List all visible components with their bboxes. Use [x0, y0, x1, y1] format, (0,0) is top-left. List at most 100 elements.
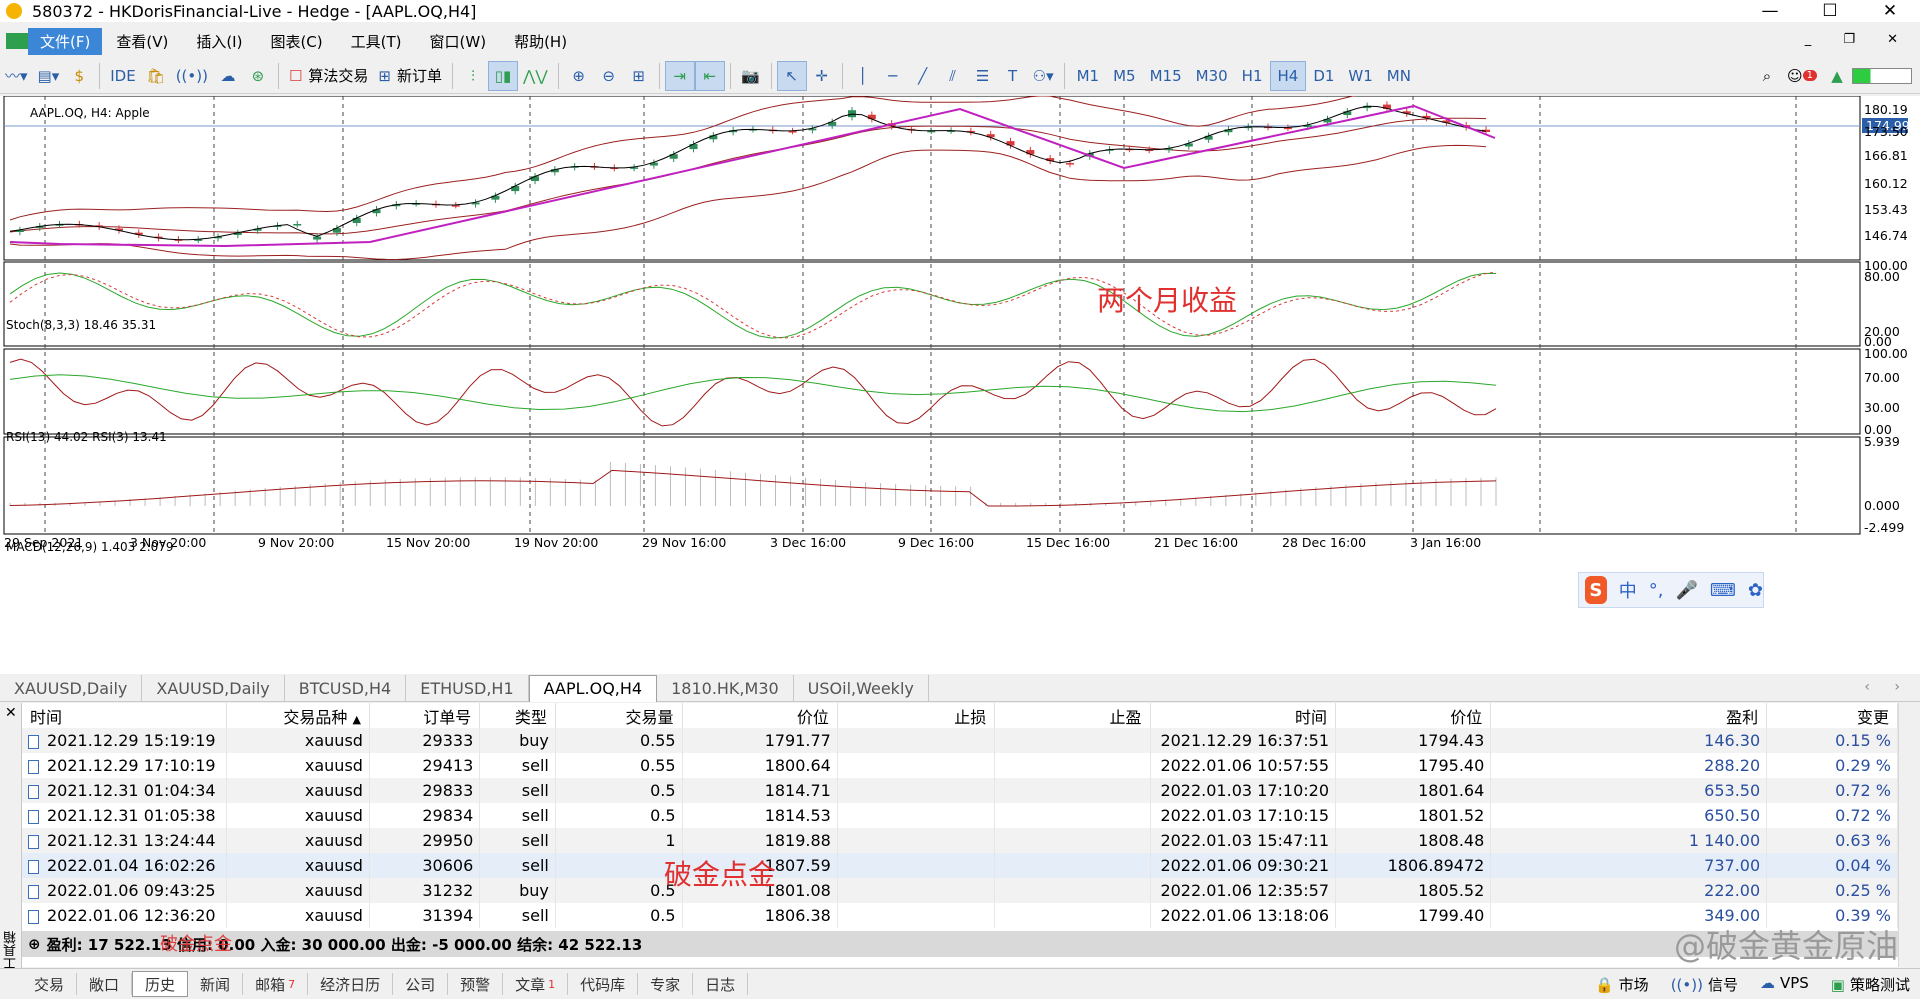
candle-chart-icon[interactable]: ▯▮ — [488, 60, 519, 91]
zoom-out-icon[interactable]: ⊖ — [594, 61, 624, 91]
table-scrollbar[interactable] — [1898, 703, 1920, 967]
ime-punct-icon[interactable]: °, — [1649, 580, 1664, 601]
toolbox-tab[interactable]: 新闻 — [188, 973, 244, 995]
vertical-line-icon[interactable]: │ — [848, 61, 878, 91]
autoscroll-icon[interactable]: ⇥ — [664, 60, 695, 91]
ime-keyboard-icon[interactable]: ⌨ — [1710, 580, 1736, 601]
toolbox-tab[interactable]: 专家 — [638, 973, 694, 995]
menu-insert[interactable]: 插入(I) — [182, 31, 256, 52]
table-row[interactable]: 2021.12.31 13:24:44 xauusd 29950 sell 1 1819.… — [22, 828, 1898, 853]
ime-mic-icon[interactable]: 🎤 — [1676, 580, 1698, 601]
col-time[interactable]: 时间 — [22, 703, 227, 728]
menu-help[interactable]: 帮助(H) — [500, 31, 581, 52]
status-tester[interactable]: ▣ 策略测试 — [1831, 974, 1910, 995]
new-order-button[interactable]: ⊞ 新订单 — [373, 61, 447, 91]
ide-button[interactable]: IDE — [105, 61, 140, 91]
channel-icon[interactable]: ⫽ — [938, 61, 968, 91]
menu-tools[interactable]: 工具(T) — [337, 31, 416, 52]
toolbox-tab[interactable]: 日志 — [693, 973, 749, 995]
toolbox-tab[interactable]: 公司 — [393, 973, 449, 995]
chart-tab[interactable]: BTCUSD,H4 — [285, 674, 407, 702]
menu-window[interactable]: 窗口(W) — [416, 31, 501, 52]
col-price[interactable]: 价位 — [682, 703, 838, 728]
toolbox-tab[interactable]: 文章 1 — [503, 973, 569, 995]
market-bag-icon[interactable]: 🛍 — [141, 61, 171, 91]
status-market[interactable]: 🔒 市场 — [1595, 974, 1649, 995]
chart-tab-active[interactable]: AAPL.OQ,H4 — [528, 674, 658, 702]
timeframe-m15[interactable]: M15 — [1143, 61, 1189, 91]
table-row[interactable]: 2021.12.31 01:05:38 xauusd 29834 sell 0.5 181… — [22, 803, 1898, 828]
chart-type-icon[interactable]: 〰▾ — [0, 61, 33, 91]
col-sl[interactable]: 止损 — [837, 703, 996, 728]
zoom-in-icon[interactable]: ⊕ — [564, 61, 594, 91]
menu-view[interactable]: 查看(V) — [102, 31, 182, 52]
table-row[interactable]: 2022.01.04 16:02:26 xauusd 30606 sell 1807.5… — [22, 853, 1898, 878]
col-close-time[interactable]: 时间 — [1150, 703, 1336, 728]
search-icon[interactable]: ⌕ — [1752, 61, 1782, 91]
toolbox-tab[interactable]: 代码库 — [568, 973, 639, 995]
table-row[interactable]: 2022.01.06 12:36:20 xauusd 31394 sell 0.5 180… — [22, 903, 1898, 928]
table-row[interactable]: 2022.01.06 09:43:25 xauusd 31232 buy 0.5 1801… — [22, 878, 1898, 903]
col-change[interactable]: 变更 — [1766, 703, 1898, 728]
timeframe-mn[interactable]: MN — [1380, 61, 1418, 91]
col-profit[interactable]: 盈利 — [1490, 703, 1768, 728]
chart-tab[interactable]: XAUUSD,Daily — [0, 674, 143, 702]
col-close-price[interactable]: 价位 — [1335, 703, 1492, 728]
chart-tab[interactable]: XAUUSD,Daily — [142, 674, 285, 702]
toolbox-tab[interactable]: 经济日历 — [308, 973, 394, 995]
menu-file[interactable]: 文件(F) — [28, 27, 103, 55]
toolbox-close-icon[interactable]: ✕ — [5, 705, 17, 721]
dollar-icon[interactable]: $ — [64, 61, 94, 91]
status-vps[interactable]: ☁ VPS — [1760, 974, 1809, 995]
toolbox-tab[interactable]: 邮箱 7 — [243, 973, 309, 995]
timeframe-h4[interactable]: H4 — [1269, 60, 1307, 91]
template-icon[interactable]: ▤▾ — [33, 61, 65, 91]
grid-icon[interactable]: ⊞ — [624, 61, 654, 91]
screenshot-icon[interactable]: 📷 — [736, 61, 766, 91]
algo-trading-button[interactable]: ☐ 算法交易 — [284, 61, 373, 91]
toolbox-tab[interactable]: 敞口 — [77, 973, 133, 995]
col-tp[interactable]: 止盈 — [994, 703, 1151, 728]
shapes-icon[interactable]: ⚇▾ — [1028, 61, 1059, 91]
maximize-button[interactable]: ☐ — [1800, 0, 1860, 22]
chart-shift-icon[interactable]: ⇤ — [694, 60, 725, 91]
line-chart-icon[interactable]: ⋀⋁ — [518, 61, 553, 91]
notifications-icon[interactable]: ☺ 1 — [1782, 61, 1822, 91]
table-row[interactable]: 2021.12.31 01:04:34 xauusd 29833 sell 0.5 181… — [22, 778, 1898, 803]
table-row[interactable]: 2021.12.29 15:19:19 xauusd 29333 buy 0.55 179… — [22, 728, 1898, 753]
col-order[interactable]: 订单号 — [369, 703, 481, 728]
horizontal-line-icon[interactable]: ─ — [878, 61, 908, 91]
timeframe-m30[interactable]: M30 — [1189, 61, 1235, 91]
cursor-icon[interactable]: ↖ — [776, 60, 807, 91]
mdi-controls[interactable]: _ ❐ ✕ — [1805, 32, 1912, 47]
bar-chart-icon[interactable]: ⫶ — [458, 61, 488, 91]
toolbox-tab[interactable]: 历史 — [132, 971, 189, 997]
chart-mdi-icon[interactable] — [6, 33, 28, 49]
crosshair-icon[interactable]: ✛ — [807, 61, 837, 91]
timeframe-m1[interactable]: M1 — [1070, 61, 1107, 91]
tab-scroll-arrows[interactable]: ‹ › — [1864, 679, 1910, 695]
chart-window[interactable]: 180.19 174.99 173.50 166.81 160.12 153.43 146.… — [0, 96, 1920, 674]
signal-icon[interactable]: ((•)) — [171, 61, 213, 91]
text-icon[interactable]: T — [998, 61, 1028, 91]
fibonacci-icon[interactable]: ☰ — [968, 61, 998, 91]
chart-tab[interactable]: 1810.HK,M30 — [657, 674, 794, 702]
ime-mode[interactable]: 中 — [1619, 577, 1637, 603]
expand-icon[interactable]: ⊕ — [28, 935, 41, 953]
ime-toolbar[interactable]: S 中 °, 🎤 ⌨ ✿ — [1578, 572, 1764, 608]
col-symbol[interactable]: 交易品种 ▲ — [226, 703, 370, 728]
menu-charts[interactable]: 图表(C) — [256, 31, 336, 52]
timeframe-m5[interactable]: M5 — [1106, 61, 1143, 91]
close-button[interactable]: ✕ — [1860, 0, 1920, 22]
timeframe-h1[interactable]: H1 — [1235, 61, 1270, 91]
col-volume[interactable]: 交易量 — [555, 703, 683, 728]
community-icon[interactable]: ⊛ — [243, 61, 273, 91]
chart-tab[interactable]: USOil,Weekly — [794, 674, 929, 702]
ime-more-icon[interactable]: ✿ — [1748, 580, 1763, 601]
minimize-button[interactable]: — — [1740, 0, 1800, 22]
timeframe-d1[interactable]: D1 — [1306, 61, 1341, 91]
table-row[interactable]: 2021.12.29 17:10:19 xauusd 29413 sell 0.55 18… — [22, 753, 1898, 778]
status-signals[interactable]: ((•)) 信号 — [1671, 974, 1738, 995]
timeframe-w1[interactable]: W1 — [1341, 61, 1379, 91]
chart-tab[interactable]: ETHUSD,H1 — [406, 674, 529, 702]
